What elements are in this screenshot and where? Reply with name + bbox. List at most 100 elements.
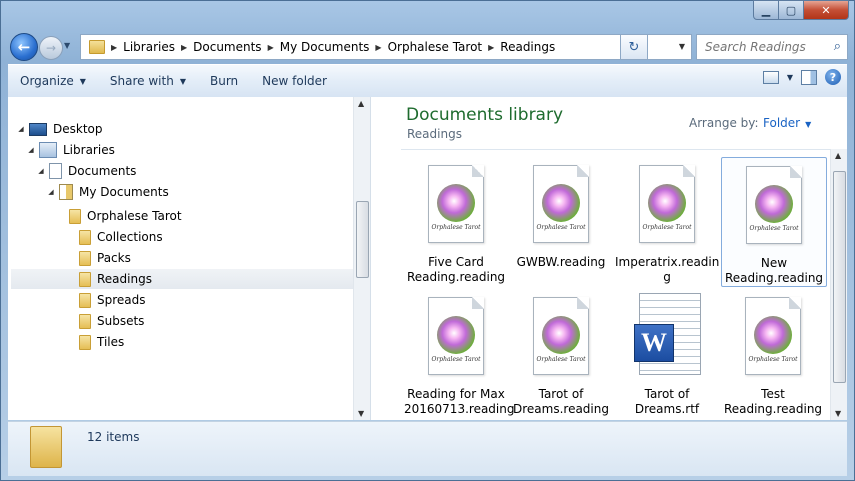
tree-label: Collections (97, 230, 163, 244)
file-tile-test-reading[interactable]: Orphalese Tarot Test Reading.reading (721, 289, 825, 417)
help-icon[interactable]: ? (825, 69, 841, 85)
navigation-scrollbar[interactable]: ▲ ▼ (353, 97, 370, 420)
breadcrumb-my-documents[interactable]: My Documents (280, 40, 370, 54)
tree-label: Tiles (97, 335, 125, 349)
chevron-right-icon[interactable]: ▶ (375, 43, 381, 52)
file-tile-gwbw-reading[interactable]: Orphalese Tarot GWBW.reading (509, 157, 613, 285)
breadcrumb-libraries[interactable]: Libraries (123, 40, 175, 54)
tree-item-tiles[interactable]: Tiles (66, 332, 124, 352)
content-pane: Documents library Readings Arrange by: F… (371, 97, 847, 420)
collapse-arrow-icon[interactable]: ◢ (16, 125, 26, 133)
navigation-bar: ← → ▼ ▶ Libraries ▶ Documents ▶ My Documen… (8, 30, 848, 62)
search-input[interactable] (703, 39, 827, 55)
tree-item-desktop[interactable]: ◢ Desktop (16, 119, 103, 139)
scrollbar-thumb[interactable] (833, 171, 846, 383)
chevron-down-icon: ▼ (805, 120, 812, 129)
breadcrumb-readings[interactable]: Readings (500, 40, 555, 54)
tree-item-packs[interactable]: Packs (66, 248, 131, 268)
tree-label: Packs (97, 251, 131, 265)
scroll-down-arrow-icon[interactable]: ▼ (358, 409, 364, 418)
burn-button[interactable]: Burn (198, 69, 250, 93)
header-divider (401, 149, 831, 150)
minimize-button[interactable]: ▁ (753, 0, 779, 20)
file-tile-imperatrix-reading[interactable]: Orphalese Tarot Imperatrix.readin g (615, 157, 719, 285)
word-logo-icon: W (634, 324, 674, 362)
organize-button[interactable]: Organize ▼ (8, 69, 98, 93)
close-button[interactable]: ✕ (804, 0, 849, 20)
file-tile-tarot-of-dreams-rtf[interactable]: W Tarot of Dreams.rtf (615, 289, 719, 417)
forward-button[interactable]: → (39, 36, 63, 60)
orphalese-orb-icon (754, 316, 792, 354)
share-with-button[interactable]: Share with ▼ (98, 69, 198, 93)
file-name: Five Card Reading.reading (406, 255, 506, 284)
collapse-arrow-icon[interactable]: ◢ (26, 146, 36, 154)
address-dropdown-button[interactable]: ▼ (673, 35, 691, 57)
orphalese-orb-icon (542, 316, 580, 354)
organize-label: Organize (20, 74, 74, 88)
file-name: GWBW.reading (516, 255, 606, 269)
orb-label: Orphalese Tarot (749, 225, 799, 232)
orb-label: Orphalese Tarot (748, 356, 798, 363)
folder-icon (79, 250, 91, 266)
tree-label: Desktop (53, 122, 103, 136)
orphalese-orb-icon (437, 316, 475, 354)
reading-file-icon: Orphalese Tarot (428, 165, 484, 243)
orphalese-orb-icon (437, 184, 475, 222)
collapse-arrow-icon[interactable]: ◢ (46, 188, 56, 196)
scroll-down-arrow-icon[interactable]: ▼ (835, 409, 841, 418)
change-view-icon[interactable] (762, 70, 779, 84)
breadcrumb-documents[interactable]: Documents (193, 40, 261, 54)
refresh-button[interactable]: ↻ (620, 34, 648, 60)
chevron-right-icon[interactable]: ▶ (268, 43, 274, 52)
content-scrollbar[interactable]: ▲ ▼ (830, 149, 847, 420)
tree-item-subsets[interactable]: Subsets (66, 311, 144, 331)
toolbar-right: ▼ ? (762, 69, 841, 85)
back-button[interactable]: ← (10, 33, 38, 61)
folder-icon (89, 40, 105, 54)
scroll-up-arrow-icon[interactable]: ▲ (358, 99, 364, 108)
tree-item-libraries[interactable]: ◢ Libraries (26, 140, 115, 160)
file-name: Reading for Max 20160713.reading (404, 387, 515, 416)
chevron-down-icon: ▼ (179, 76, 186, 86)
file-tile-reading-for-max[interactable]: Orphalese Tarot Reading for Max 20160713.… (404, 289, 515, 417)
chevron-right-icon[interactable]: ▶ (488, 43, 494, 52)
arrange-by-value: Folder (763, 116, 801, 130)
file-tile-tarot-of-dreams-reading[interactable]: Orphalese Tarot Tarot of Dreams.reading (509, 289, 613, 417)
arrange-by-dropdown[interactable]: Folder ▼ (763, 116, 811, 130)
tree-item-my-documents[interactable]: ◢ My Documents (46, 182, 169, 202)
maximize-button[interactable]: ▢ (779, 0, 804, 20)
file-name: Tarot of Dreams.rtf (634, 387, 700, 416)
file-name: New Reading.reading (724, 256, 824, 285)
tree-item-collections[interactable]: Collections (66, 227, 163, 247)
recent-pages-dropdown[interactable]: ▼ (64, 41, 70, 50)
file-tile-new-reading[interactable]: Orphalese Tarot New Reading.reading (721, 157, 827, 287)
tree-item-spreads[interactable]: Spreads (66, 290, 146, 310)
scrollbar-thumb[interactable] (356, 201, 369, 278)
preview-pane-icon[interactable] (801, 69, 817, 85)
new-folder-button[interactable]: New folder (250, 69, 339, 93)
folder-icon (69, 208, 81, 224)
tree-label: Readings (97, 272, 152, 286)
tree-label: Orphalese Tarot (87, 209, 182, 223)
file-tile-five-card-reading[interactable]: Orphalese Tarot Five Card Reading.reading (404, 157, 508, 285)
tree-item-orphalese-tarot[interactable]: Orphalese Tarot (56, 206, 182, 226)
collapse-arrow-icon[interactable]: ◢ (36, 167, 46, 175)
word-document-icon: W (634, 293, 701, 375)
search-icon[interactable]: ⌕ (834, 39, 841, 54)
tree-item-documents[interactable]: ◢ Documents (36, 161, 136, 181)
documents-icon (49, 163, 62, 179)
breadcrumb-orphalese-tarot[interactable]: Orphalese Tarot (388, 40, 483, 54)
explorer-window: ▁ ▢ ✕ ← → ▼ ▶ Libraries ▶ Documents ▶ My D… (0, 0, 855, 481)
reading-file-icon: Orphalese Tarot (428, 297, 484, 375)
reading-file-icon: Orphalese Tarot (745, 297, 801, 375)
view-options-dropdown[interactable]: ▼ (787, 73, 793, 82)
tree-item-readings[interactable]: Readings (11, 269, 366, 289)
chevron-right-icon[interactable]: ▶ (181, 43, 187, 52)
folder-icon (79, 334, 91, 350)
orb-label: Orphalese Tarot (431, 224, 481, 231)
address-bar[interactable]: ▶ Libraries ▶ Documents ▶ My Documents ▶ Or… (80, 34, 692, 60)
folder-icon (79, 229, 91, 245)
library-title: Documents library (406, 105, 564, 125)
navigation-pane: ◢ Desktop ◢ Libraries ◢ Documents ◢ My Docum… (8, 97, 371, 420)
scroll-up-arrow-icon[interactable]: ▲ (835, 151, 841, 160)
